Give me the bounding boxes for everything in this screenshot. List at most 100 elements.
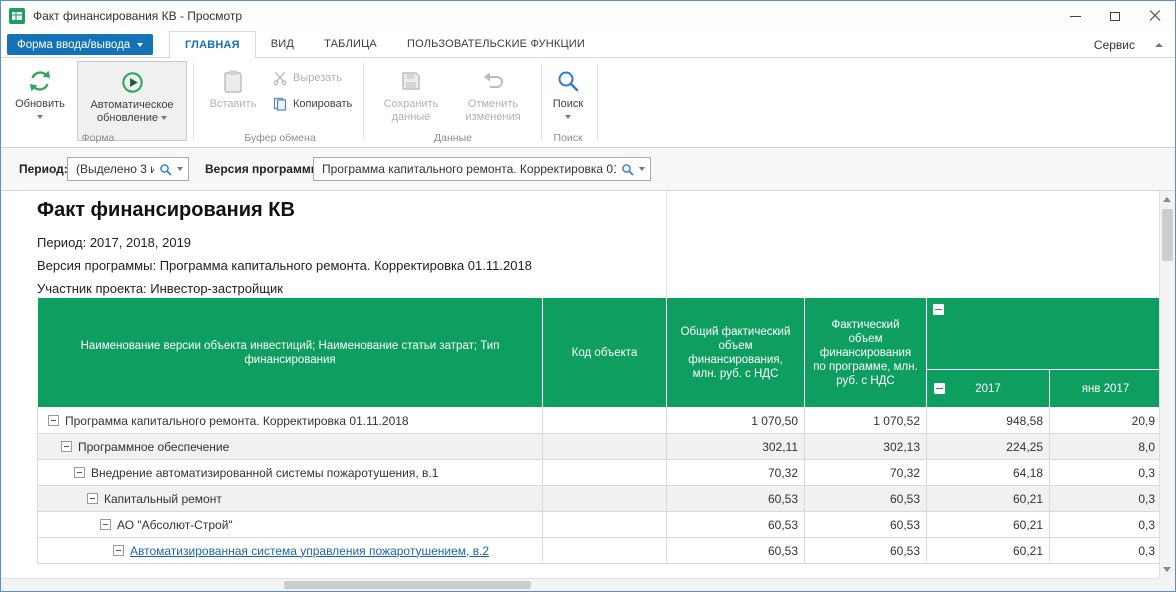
group-label-form: Форма [7,132,189,144]
row-total: 302,11 [667,434,805,460]
row-code [543,434,667,460]
table-row[interactable]: Внедрение автоматизированной системы пож… [38,460,1160,486]
app-window: Факт финансирования КВ - Просмотр Форма … [0,0,1176,592]
period-filter-label: Период: [19,162,68,176]
row-collapse-icon[interactable] [87,493,98,504]
close-button[interactable] [1135,1,1175,31]
row-2017: 60,21 [927,538,1050,564]
tab-table[interactable]: ТАБЛИЦА [309,31,392,58]
row-collapse-icon[interactable] [100,519,111,530]
row-code [543,460,667,486]
maximize-button[interactable] [1095,1,1135,31]
horizontal-scroll-thumb[interactable] [284,581,531,589]
row-total: 60,53 [667,486,805,512]
form-io-menu-label: Форма ввода/вывода [17,39,130,51]
row-2017: 60,21 [927,486,1050,512]
group-separator [363,63,364,140]
horizontal-scrollbar[interactable] [1,578,1159,591]
save-data-button[interactable]: Сохранить данные [373,61,449,141]
row-program: 70,32 [805,460,927,486]
chevron-down-icon [565,115,571,119]
copy-label: Копировать [293,98,352,110]
table-row[interactable]: Программа капитального ремонта. Корректи… [38,408,1160,434]
minimize-icon [1070,16,1081,17]
search-icon [621,163,634,176]
row-label: Внедрение автоматизированной системы пож… [91,466,438,480]
form-io-menu-button[interactable]: Форма ввода/вывода [7,34,153,55]
row-code [543,408,667,434]
scroll-down-icon[interactable] [1163,567,1171,572]
maximize-icon [1110,12,1120,21]
row-collapse-icon[interactable] [113,545,124,556]
refresh-button[interactable]: Обновить [9,61,71,141]
paste-button[interactable]: Вставить [203,61,263,141]
vertical-scrollbar[interactable] [1159,191,1175,578]
collapse-columns-icon[interactable] [933,304,944,315]
row-jan-2017: 0,3 [1050,538,1160,564]
row-label-link[interactable]: Автоматизированная система управления по… [130,544,489,558]
table-row[interactable]: Капитальный ремонт 60,53 60,53 60,21 0,3 [38,486,1160,512]
table-row[interactable]: Автоматизированная система управления по… [38,538,1160,564]
col-header-program[interactable]: Фактический объем финансирования по прог… [805,298,927,408]
col-header-2017[interactable]: 2017 [927,370,1050,408]
col-header-total[interactable]: Общий фактический объем финансирования, … [667,298,805,408]
collapse-ribbon-icon[interactable] [1155,43,1163,47]
search-icon [556,66,580,96]
row-2017: 948,58 [927,408,1050,434]
auto-refresh-button[interactable]: Автоматическое обновление [77,61,187,141]
chevron-down-icon [37,115,43,119]
row-program: 60,53 [805,538,927,564]
cut-icon [273,71,287,85]
table-row[interactable]: АО "Абсолют-Строй" 60,53 60,53 60,21 0,3 [38,512,1160,538]
group-label-data: Данные [367,132,539,144]
report-participant-line: Участник проекта: Инвестор-застройщик [37,281,283,296]
col-header-code[interactable]: Код объекта [543,298,667,408]
chevron-down-icon [639,167,645,171]
service-menu[interactable]: Сервис [1094,38,1135,52]
vertical-scroll-thumb[interactable] [1162,209,1173,261]
col-header-jan-2017[interactable]: янв 2017 [1050,370,1160,408]
cut-button[interactable]: Вырезать [269,67,346,89]
close-icon [1149,10,1161,22]
period-filter-combo[interactable]: (Выделено 3 и [67,157,189,181]
period-filter-value: (Выделено 3 и [76,162,154,176]
search-button[interactable]: Поиск [545,61,591,141]
undo-changes-button[interactable]: Отменить изменения [453,61,533,141]
row-collapse-icon[interactable] [48,415,59,426]
row-label: Программа капитального ремонта. Корректи… [65,414,409,428]
refresh-label: Обновить [15,98,65,111]
minimize-button[interactable] [1055,1,1095,31]
report-area: Факт финансирования КВ Период: 2017, 201… [1,191,1159,578]
row-2017: 64,18 [927,460,1050,486]
row-jan-2017: 8,0 [1050,434,1160,460]
scroll-up-icon[interactable] [1163,197,1171,202]
copy-button[interactable]: Копировать [269,93,356,115]
tab-main[interactable]: ГЛАВНАЯ [169,31,256,59]
chevron-down-icon [161,116,167,120]
cut-label: Вырезать [293,72,342,84]
row-program: 60,53 [805,512,927,538]
col-header-name[interactable]: Наименование версии объекта инвестиций; … [38,298,543,408]
row-total: 60,53 [667,538,805,564]
table-row[interactable]: Программное обеспечение 302,11 302,13 22… [38,434,1160,460]
row-collapse-icon[interactable] [74,467,85,478]
tab-view[interactable]: ВИД [256,31,309,58]
row-code [543,486,667,512]
row-jan-2017: 20,9 [1050,408,1160,434]
version-filter-combo[interactable]: Программа капитального ремонта. Корректи… [313,157,651,181]
row-label: АО "Абсолют-Строй" [117,518,233,532]
row-jan-2017: 0,3 [1050,512,1160,538]
row-code [543,512,667,538]
row-program: 60,53 [805,486,927,512]
window-controls [1055,1,1175,31]
tab-user-functions[interactable]: ПОЛЬЗОВАТЕЛЬСКИЕ ФУНКЦИИ [392,31,600,58]
report-title: Факт финансирования КВ [37,199,295,222]
collapse-year-icon[interactable] [934,383,945,394]
row-code [543,538,667,564]
report-period-line: Период: 2017, 2018, 2019 [37,235,191,250]
row-label: Программное обеспечение [78,440,229,454]
filter-bar: Период: (Выделено 3 и Версия программы: … [1,148,1175,191]
row-collapse-icon[interactable] [61,441,72,452]
search-label: Поиск [553,98,583,111]
row-program: 302,13 [805,434,927,460]
